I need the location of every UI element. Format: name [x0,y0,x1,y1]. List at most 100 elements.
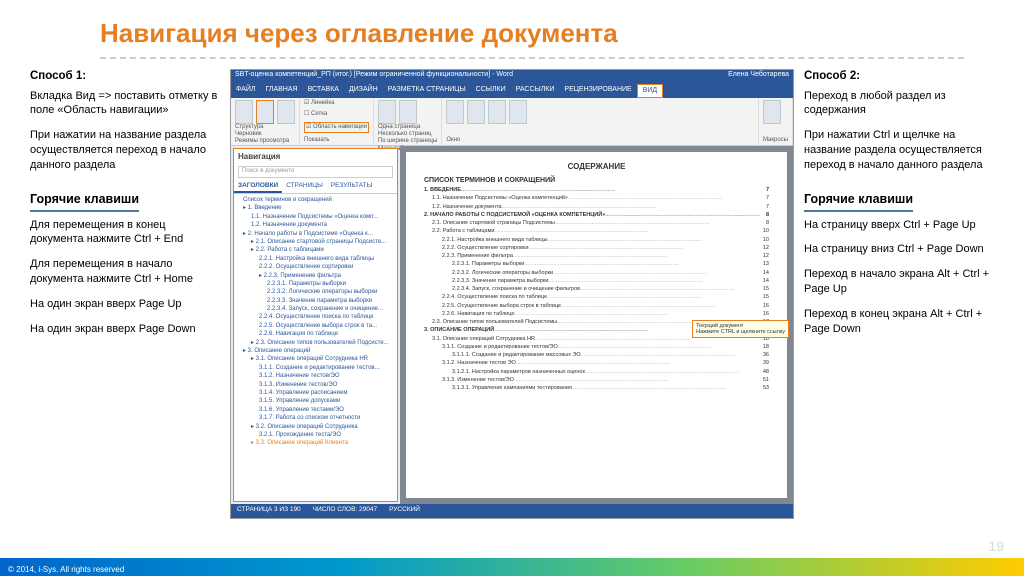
method1-text1: Вкладка Вид => поставить отметку в поле … [30,89,220,119]
nav-item[interactable]: 3.1.5. Управление допусками [237,397,394,405]
toc-line[interactable]: 2.2.1. Настройка внешнего вида таблицы10 [424,236,769,244]
nav-item[interactable]: 3.1.2. Назначение тестов/ЭО [237,372,394,380]
nav-item[interactable]: 2.2.3.4. Запуск, сохранение и очищение..… [237,305,394,313]
toc-line[interactable]: 3.1.1.1. Создание и редактирование массо… [424,351,769,359]
draft-check[interactable]: Черновик [235,131,295,138]
toc-line[interactable]: 2.2.6. Навигация по таблице16 [424,310,769,318]
group-window-label: Окно [446,137,754,143]
new-window-icon[interactable] [446,100,464,124]
toc-line[interactable]: 2. НАЧАЛО РАБОТЫ С ПОДСИСТЕМОЙ «ОЦЕНКА К… [424,211,769,219]
nav-item[interactable]: 2.2.5. Осуществление выбора строк в та..… [237,322,394,330]
toc-line[interactable]: 2.2.3.3. Значение параметра выборки14 [424,277,769,285]
nav-item[interactable]: ▸ 2.2. Работа с таблицами [237,246,394,254]
nav-tab-results[interactable]: РЕЗУЛЬТАТЫ [327,180,376,193]
one-page[interactable]: Одна страница [378,124,437,131]
ctrl-click-tooltip: Текущий документ Нажмите CTRL и щелкните… [692,320,789,338]
method2-heading: Способ 2: [804,69,994,85]
tab-layout[interactable]: РАЗМЕТКА СТРАНИЦЫ [383,84,471,98]
nav-item[interactable]: ▸ 2.3. Описание типов пользователей Подс… [237,339,394,347]
nav-item[interactable]: 3.1.6. Управление тестами/ЭО [237,406,394,414]
nav-tab-pages[interactable]: СТРАНИЦЫ [282,180,327,193]
ribbon-tabs: ФАЙЛ ГЛАВНАЯ ВСТАВКА ДИЗАЙН РАЗМЕТКА СТР… [231,84,793,98]
toc-line[interactable]: 1.1. Назначение Подсистемы «Оценка компе… [424,194,769,202]
toc-line[interactable]: 3.1.2. Назначение тестов ЭО39 [424,359,769,367]
nav-item[interactable]: 2.2.3.1. Параметры выборки [237,280,394,288]
navigation-pane-check[interactable]: ☑ Область навигации [304,122,369,133]
switch-window-icon[interactable] [509,100,527,124]
nav-item[interactable]: 1.2. Назначение документа [237,221,394,229]
reading-mode-icon[interactable] [235,100,253,124]
tab-mailings[interactable]: РАССЫЛКИ [511,84,560,98]
page-width[interactable]: По ширине страницы [378,138,437,145]
toc-line[interactable]: 2.2.3. Применение фильтра12 [424,252,769,260]
structure-check[interactable]: Структура [235,124,295,131]
document-area[interactable]: СОДЕРЖАНИЕ СПИСОК ТЕРМИНОВ И СОКРАЩЕНИЙ … [400,146,793,504]
tab-home[interactable]: ГЛАВНАЯ [260,84,302,98]
left-column: Способ 1: Вкладка Вид => поставить отмет… [30,69,220,519]
zoom-100-icon[interactable] [399,100,417,124]
footer-bar [0,558,1024,576]
nav-item[interactable]: 3.1.4. Управление расписанием [237,389,394,397]
nav-item[interactable]: 3.1.7. Работа со списком отчетности [237,414,394,422]
status-lang[interactable]: РУССКИЙ [389,506,420,516]
nav-item[interactable]: 3.1.1. Создание и редактирование тестов.… [237,364,394,372]
tab-references[interactable]: ССЫЛКИ [471,84,511,98]
toc-line[interactable]: 2.2.3.1. Параметры выборки13 [424,260,769,268]
nav-item[interactable]: ▸ 3. Описание операций [237,347,394,355]
nav-tree[interactable]: Список терминов и сокращений▸ 1. Введени… [234,194,397,501]
toc-line[interactable]: 3.1.1. Создание и редактирование тестов/… [424,343,769,351]
toc-line[interactable]: 2.2. Работа с таблицами10 [424,227,769,235]
nav-item[interactable]: 2.2.2. Осуществление сортировки [237,263,394,271]
nav-item[interactable]: 3.1.3. Изменение тестов/ЭО [237,381,394,389]
nav-item[interactable]: 2.2.3.3. Значение параметра выборки [237,297,394,305]
toc-line[interactable]: 3.1.3.1. Управление кампаниями тестирова… [424,384,769,392]
document-page: СОДЕРЖАНИЕ СПИСОК ТЕРМИНОВ И СОКРАЩЕНИЙ … [406,152,787,498]
status-words[interactable]: ЧИСЛО СЛОВ: 29047 [313,506,377,516]
page-layout-icon[interactable] [256,100,274,124]
hotkey-right-4: Переход в конец экрана Alt + Ctrl + Page… [804,307,994,337]
group-zoom: Одна страница Несколько страниц По ширин… [374,98,442,145]
nav-item[interactable]: ▸ 3.3. Описание операций Клиента [237,439,394,447]
toc-line[interactable]: 1. ВВЕДЕНИЕ7 [424,186,769,194]
nav-search-input[interactable]: Поиск в документе [238,166,393,178]
toc-line[interactable]: 2.2.3.4. Запуск, сохранение и очищение ф… [424,285,769,293]
nav-item[interactable]: 2.2.1. Настройка внешнего вида таблицы [237,255,394,263]
tab-file[interactable]: ФАЙЛ [231,84,260,98]
zoom-icon[interactable] [378,100,396,124]
nav-item[interactable]: ▸ 3.1. Описание операций Сотрудника HR [237,355,394,363]
toc-line[interactable]: 2.1. Описание стартовой страницы Подсист… [424,219,769,227]
nav-item[interactable]: ▸ 2.1. Описание стартовой страницы Подси… [237,238,394,246]
toc-line[interactable]: 2.2.2. Осуществление сортировки12 [424,244,769,252]
toc-line[interactable]: 2.2.5. Осуществление выбора строк в табл… [424,302,769,310]
multi-page[interactable]: Несколько страниц [378,131,437,138]
nav-item[interactable]: 2.2.4. Осуществление поиска по таблице [237,313,394,321]
ruler-check[interactable]: ☑ Линейка [304,100,369,107]
split-icon[interactable] [488,100,506,124]
nav-item[interactable]: 3.2.1. Прохождение теста/ЭО [237,431,394,439]
nav-item[interactable]: ▸ 2. Начало работы в Подсистеме «Оценка … [237,230,394,238]
arrange-icon[interactable] [467,100,485,124]
nav-item[interactable]: ▸ 1. Введение [237,204,394,212]
tooltip-line2: Нажмите CTRL и щелкните ссылку [696,329,785,335]
nav-tab-headings[interactable]: ЗАГОЛОВКИ [234,180,282,193]
nav-item[interactable]: 2.2.3.2. Логические операторы выборки [237,288,394,296]
toc-line[interactable]: 1.2. Назначение документа7 [424,203,769,211]
web-layout-icon[interactable] [277,100,295,124]
group-macros: Макросы [759,98,793,145]
nav-item[interactable]: 2.2.6. Навигация по таблице [237,330,394,338]
grid-check[interactable]: ☐ Сетка [304,111,369,118]
nav-item[interactable]: ▸ 3.2. Описание операций Сотрудника [237,423,394,431]
toc-line[interactable]: 3.1.3. Изменение тестов/ЭО51 [424,376,769,384]
macros-icon[interactable] [763,100,781,124]
nav-item[interactable]: ▸ 2.2.3. Применение фильтра [237,272,394,280]
tab-design[interactable]: ДИЗАЙН [344,84,383,98]
nav-item[interactable]: Список терминов и сокращений [237,196,394,204]
tab-view[interactable]: ВИД [637,84,663,98]
toc-line[interactable]: 3.1.2.1. Настройка параметров назначенны… [424,368,769,376]
toc-line[interactable]: 2.2.3.2. Логические операторы выборки14 [424,269,769,277]
status-page[interactable]: СТРАНИЦА 3 ИЗ 190 [237,506,301,516]
toc-line[interactable]: 2.2.4. Осуществление поиска по таблице15 [424,293,769,301]
nav-item[interactable]: 1.1. Назначение Подсистемы «Оценка комп.… [237,213,394,221]
tab-insert[interactable]: ВСТАВКА [303,84,344,98]
tab-review[interactable]: РЕЦЕНЗИРОВАНИЕ [559,84,636,98]
